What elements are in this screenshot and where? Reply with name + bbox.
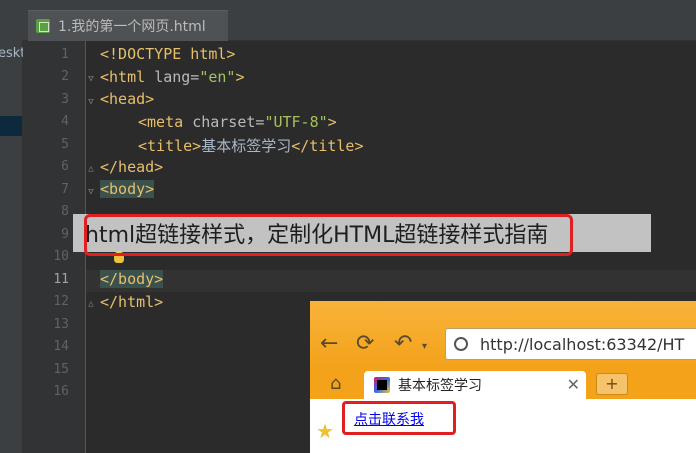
address-url: http://localhost:63342/HT (480, 334, 685, 354)
editor-tab[interactable]: 1.我的第一个网页.html (28, 10, 228, 41)
title-text: 基本标签学习 (201, 137, 292, 155)
line-number: 8 (61, 204, 69, 219)
code-line: </body> (100, 270, 164, 288)
reload-icon[interactable]: ⟳ (356, 331, 374, 356)
code-line: </head> (100, 158, 163, 176)
jetbrains-icon (374, 377, 390, 393)
code-line: <!DOCTYPE html> (100, 45, 235, 63)
line-number: 16 (53, 384, 69, 399)
doctype-tag: <!DOCTYPE html> (100, 45, 236, 63)
code-line: </html> (100, 293, 163, 311)
line-number: 7 (61, 182, 69, 197)
dropdown-icon[interactable]: ▾ (422, 341, 427, 352)
editor-tab-title: 1.我的第一个网页.html (58, 19, 206, 35)
attr-name: lang= (154, 68, 200, 86)
editor-tab-bar: 1.我的第一个网页.html (22, 0, 696, 41)
line-number: 4 (61, 114, 69, 129)
browser-window: ← ⟳ ↶ ▾ http://localhost:63342/HT ⌂ 基本标签… (310, 301, 696, 453)
attr-value: "en" (199, 68, 236, 86)
browser-page: ★ 点击联系我 (310, 399, 696, 453)
tag-close: > (235, 68, 245, 86)
line-number: 3 (61, 92, 69, 107)
meta-tag: <meta (138, 113, 193, 131)
new-tab-button[interactable]: + (596, 373, 628, 395)
head-open-tag: <head> (100, 90, 155, 108)
browser-tab-row: ⌂ 基本标签学习 ✕ + (310, 369, 696, 399)
link-highlight-box (342, 401, 456, 435)
line-number: 2 (61, 69, 69, 84)
current-line-highlight (86, 270, 696, 292)
line-number: 1 (61, 47, 69, 62)
line-number: 15 (53, 362, 69, 377)
tag-close: > (327, 113, 337, 131)
highlight-box (84, 214, 573, 256)
title-close-tag: </title> (291, 137, 364, 155)
shield-icon (454, 337, 468, 351)
html-close-tag: </html> (100, 293, 164, 311)
close-tab-icon[interactable]: ✕ (567, 375, 580, 394)
html-file-icon (36, 19, 50, 33)
line-number: 6 (61, 159, 69, 174)
code-line: <html lang="en"> (100, 68, 245, 86)
browser-navbar: ← ⟳ ↶ ▾ http://localhost:63342/HT (310, 301, 696, 369)
html-open-tag: <html (100, 68, 155, 86)
attr-name: charset= (192, 113, 265, 131)
browser-tab-title: 基本标签学习 (398, 378, 482, 394)
line-number-active: 11 (53, 272, 69, 287)
line-number: 12 (53, 294, 69, 309)
head-close-tag: </head> (100, 158, 164, 176)
star-icon[interactable]: ★ (316, 419, 334, 443)
home-icon[interactable]: ⌂ (330, 373, 341, 394)
line-number: 13 (53, 317, 69, 332)
code-line: <body> (100, 180, 155, 198)
project-item-label: eskt (0, 46, 26, 61)
address-bar[interactable]: http://localhost:63342/HT (445, 328, 696, 360)
code-line: <head> (100, 90, 154, 108)
back-icon[interactable]: ← (320, 331, 338, 356)
line-number: 10 (53, 249, 69, 264)
line-number: 5 (61, 137, 69, 152)
code-line: <title>基本标签学习</title> (138, 135, 363, 156)
attr-value: "UTF-8" (264, 113, 328, 131)
body-open-tag: <body> (100, 180, 155, 198)
browser-tab[interactable]: 基本标签学习 ✕ (364, 371, 586, 399)
title-open-tag: <title> (138, 137, 202, 155)
code-line: <meta charset="UTF-8"> (138, 113, 337, 131)
project-panel-edge: eskt (0, 0, 26, 453)
undo-close-tab-icon[interactable]: ↶ (394, 331, 412, 356)
line-number: 14 (53, 339, 69, 354)
line-number: 9 (61, 227, 69, 242)
selected-project-item[interactable] (0, 116, 22, 136)
body-close-tag: </body> (100, 270, 164, 288)
